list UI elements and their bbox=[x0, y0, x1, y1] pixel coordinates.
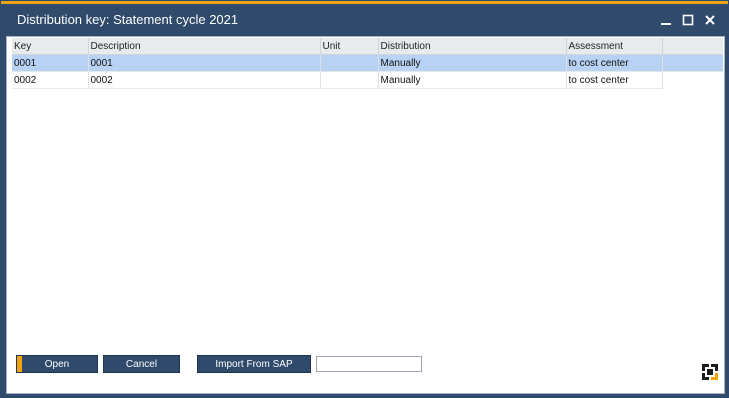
column-header-unit[interactable]: Unit bbox=[320, 38, 379, 55]
sap-business-one-logo-icon bbox=[702, 364, 718, 380]
close-icon bbox=[705, 15, 715, 25]
maximize-button[interactable] bbox=[678, 10, 698, 30]
column-header-description[interactable]: Description bbox=[88, 38, 321, 55]
cell-description[interactable]: 0002 bbox=[88, 71, 321, 89]
minimize-button[interactable] bbox=[656, 10, 676, 30]
cell-filler bbox=[662, 54, 723, 72]
cell-assessment[interactable]: to cost center bbox=[566, 71, 663, 89]
title-bar[interactable]: Distribution key: Statement cycle 2021 bbox=[1, 4, 728, 36]
cell-distribution[interactable]: Manually bbox=[378, 71, 567, 89]
cell-distribution[interactable]: Manually bbox=[378, 54, 567, 72]
open-button[interactable]: Open bbox=[16, 355, 98, 373]
close-button[interactable] bbox=[700, 10, 720, 30]
cancel-button[interactable]: Cancel bbox=[103, 355, 180, 373]
cell-key[interactable]: 0001 bbox=[12, 54, 89, 72]
cell-filler bbox=[662, 71, 723, 89]
table-header-row: Key Description Unit Distribution Assess… bbox=[12, 38, 723, 55]
column-header-assessment[interactable]: Assessment bbox=[566, 38, 663, 55]
table-row[interactable]: 0001 0001 Manually to cost center bbox=[12, 54, 723, 72]
import-from-sap-button[interactable]: Import From SAP bbox=[197, 355, 311, 373]
cell-description[interactable]: 0001 bbox=[88, 54, 321, 72]
cell-assessment[interactable]: to cost center bbox=[566, 54, 663, 72]
content-area: Key Description Unit Distribution Assess… bbox=[6, 36, 725, 394]
import-path-field[interactable] bbox=[316, 356, 422, 372]
cell-key[interactable]: 0002 bbox=[12, 71, 89, 89]
distribution-key-table: Key Description Unit Distribution Assess… bbox=[12, 38, 723, 89]
cell-unit[interactable] bbox=[320, 71, 379, 89]
column-header-distribution[interactable]: Distribution bbox=[378, 38, 567, 55]
table-row[interactable]: 0002 0002 Manually to cost center bbox=[12, 71, 723, 89]
window-title: Distribution key: Statement cycle 2021 bbox=[17, 12, 239, 27]
column-header-filler bbox=[662, 38, 723, 55]
column-header-key[interactable]: Key bbox=[12, 38, 89, 55]
minimize-icon bbox=[661, 23, 671, 25]
distribution-key-window: Distribution key: Statement cycle 2021 K… bbox=[0, 0, 729, 398]
maximize-icon bbox=[682, 14, 694, 26]
cell-unit[interactable] bbox=[320, 54, 379, 72]
